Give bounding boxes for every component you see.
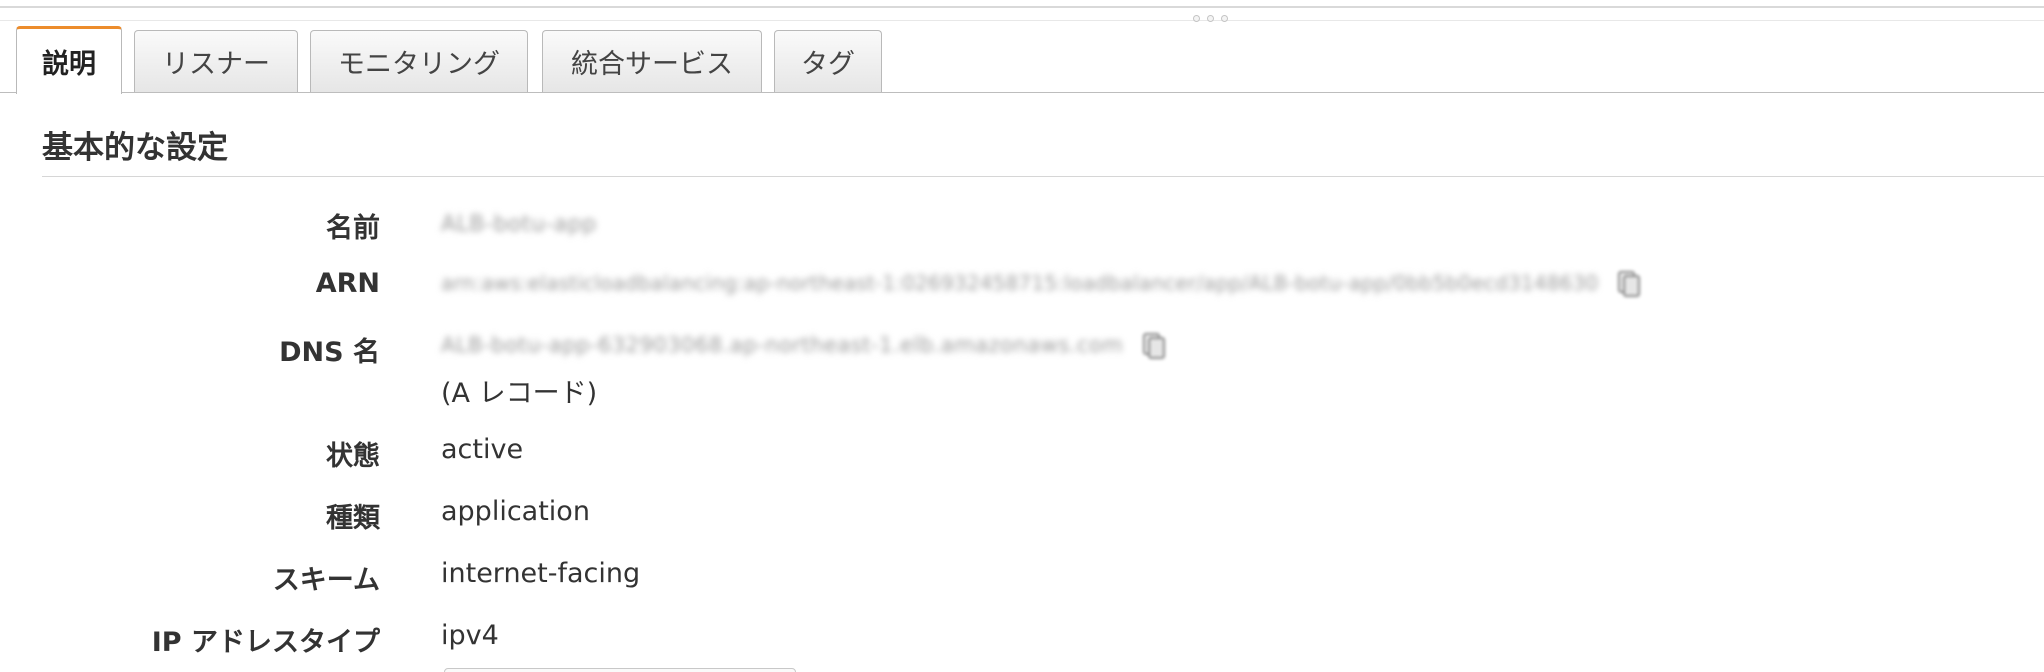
drag-handle-icon[interactable] bbox=[1180, 11, 1240, 25]
name-value-text: ALB-botu-app bbox=[441, 212, 597, 237]
tabs-baseline bbox=[0, 92, 2044, 93]
dns-value: ALB-botu-app-632903068.ap-northeast-1.el… bbox=[441, 328, 1166, 360]
section-title: 基本的な設定 bbox=[42, 130, 228, 166]
copy-icon[interactable] bbox=[1142, 330, 1166, 360]
tab-monitoring-label: モニタリング bbox=[338, 49, 500, 80]
tab-monitoring[interactable]: モニタリング bbox=[310, 30, 528, 92]
panel-divider bbox=[0, 6, 2044, 8]
arn-value-text: arn:aws:elasticloadbalancing:ap-northeas… bbox=[441, 270, 1599, 295]
tab-tags-label: タグ bbox=[801, 49, 855, 80]
tab-listeners[interactable]: リスナー bbox=[134, 30, 298, 92]
tab-integrated-services-label: 統合サービス bbox=[571, 49, 733, 80]
drag-handle-dot bbox=[1206, 14, 1214, 22]
dns-value-text: ALB-botu-app-632903068.ap-northeast-1.el… bbox=[441, 332, 1124, 357]
section-divider bbox=[42, 176, 2044, 177]
tab-integrated-services[interactable]: 統合サービス bbox=[542, 30, 762, 92]
ip-address-type-value: ipv4 bbox=[441, 620, 499, 651]
tab-description-label: 説明 bbox=[42, 49, 96, 80]
tab-description[interactable]: 説明 bbox=[16, 26, 122, 94]
load-balancer-details-panel: 説明 リスナー モニタリング 統合サービス タグ 基本的な設定 名前 ALB-b… bbox=[0, 0, 2044, 672]
tab-tags[interactable]: タグ bbox=[774, 30, 882, 92]
type-value: application bbox=[441, 496, 590, 527]
type-label: 種類 bbox=[326, 503, 380, 534]
name-label: 名前 bbox=[326, 213, 380, 244]
tab-listeners-label: リスナー bbox=[162, 49, 270, 80]
dns-label: DNS 名 bbox=[279, 337, 380, 368]
panel-divider-secondary bbox=[0, 20, 2044, 21]
drag-handle-dot bbox=[1220, 14, 1228, 22]
arn-value: arn:aws:elasticloadbalancing:ap-northeas… bbox=[441, 266, 1641, 298]
name-value: ALB-botu-app bbox=[441, 208, 597, 239]
edit-ip-address-type-button[interactable] bbox=[444, 668, 796, 672]
drag-handle-dot bbox=[1192, 14, 1200, 22]
arn-label: ARN bbox=[315, 268, 380, 299]
ip-address-type-label: IP アドレスタイプ bbox=[151, 627, 380, 658]
state-label: 状態 bbox=[326, 441, 380, 472]
state-value: active bbox=[441, 434, 524, 465]
dns-record-type-note: (A レコード) bbox=[441, 378, 598, 409]
scheme-value: internet-facing bbox=[441, 558, 641, 589]
copy-icon[interactable] bbox=[1617, 268, 1641, 298]
scheme-label: スキーム bbox=[272, 565, 380, 596]
